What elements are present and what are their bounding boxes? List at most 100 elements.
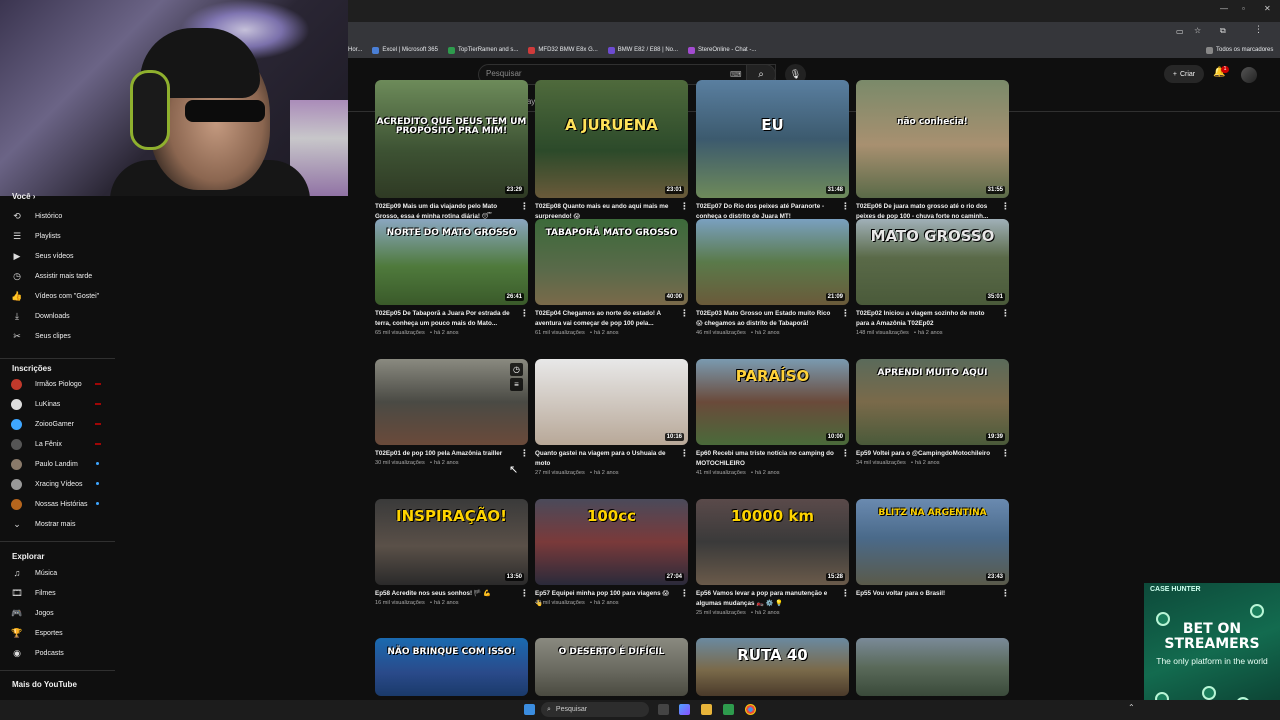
cast-icon[interactable]: ▭ <box>1176 27 1184 36</box>
extensions-icon[interactable]: ⧉ <box>1220 26 1226 36</box>
maximize-icon[interactable]: ▫ <box>1242 4 1245 13</box>
file-explorer-icon[interactable] <box>701 704 712 715</box>
add-to-queue-icon[interactable]: ≡ <box>510 378 523 391</box>
more-actions-icon[interactable]: ⋮ <box>680 308 689 319</box>
video-title[interactable]: Ep56 Vamos levar a pop para manutenção e… <box>696 589 834 609</box>
subscription-item[interactable]: Nossas Histórias <box>0 494 115 514</box>
duration-badge: 21:09 <box>825 293 845 301</box>
video-title[interactable]: T02Ep02 Iniciou a viagem sozinho de moto… <box>856 309 994 329</box>
video-title[interactable]: Quanto gastei na viagem para o Ushuaia d… <box>535 449 673 469</box>
more-actions-icon[interactable]: ⋮ <box>1001 448 1010 459</box>
video-thumbnail[interactable]: A JURUENA 23:01 <box>535 80 688 198</box>
sidebar-item[interactable]: ◷ Assistir mais tarde <box>0 266 115 286</box>
watch-later-icon[interactable]: ◷ <box>510 363 523 376</box>
you-heading[interactable]: Você › <box>12 192 35 201</box>
show-more-button[interactable]: ⌄ Mostrar mais <box>0 514 115 534</box>
more-actions-icon[interactable]: ⋮ <box>680 448 689 459</box>
close-icon[interactable]: ✕ <box>1264 4 1271 13</box>
video-title[interactable]: T02Ep04 Chegamos ao norte do estado! A a… <box>535 309 673 329</box>
sidebar-item[interactable]: ◉ Podcasts <box>0 643 115 663</box>
sidebar-item[interactable]: ☰ Playlists <box>0 226 115 246</box>
video-title[interactable]: Ep58 Acredite nos seus sonhos! 🏴 💪 <box>375 589 513 599</box>
video-thumbnail[interactable]: INSPIRAÇÃO! 13:50 <box>375 499 528 585</box>
more-actions-icon[interactable]: ⋮ <box>1001 201 1010 212</box>
video-title[interactable]: Ep60 Recebi uma triste notícia no campin… <box>696 449 834 469</box>
video-thumbnail[interactable]: MATO GROSSO 35:01 <box>856 219 1009 305</box>
bookmark-item[interactable]: MFD32 BMW E8x G... <box>528 46 598 54</box>
bookmark-fragment[interactable]: Hor... <box>348 47 362 53</box>
more-actions-icon[interactable]: ⋮ <box>680 588 689 599</box>
more-actions-icon[interactable]: ⋮ <box>520 308 529 319</box>
view-count: 27 mil visualizações <box>535 470 585 476</box>
tray-chevron-icon[interactable]: ⌃ <box>1128 703 1135 712</box>
task-view-icon[interactable] <box>658 704 669 715</box>
more-actions-icon[interactable]: ⋮ <box>680 201 689 212</box>
video-thumbnail[interactable]: 10:16 <box>535 359 688 445</box>
more-actions-icon[interactable]: ⋮ <box>841 308 850 319</box>
video-thumbnail[interactable] <box>856 638 1009 696</box>
all-bookmarks[interactable]: Todos os marcadores <box>1206 46 1273 54</box>
video-thumbnail[interactable]: NORTE DO MATO GROSSO 26:41 <box>375 219 528 305</box>
bookmark-item[interactable]: Excel | Microsoft 365 <box>372 46 438 54</box>
video-thumbnail[interactable]: 10000 km 15:28 <box>696 499 849 585</box>
menu-icon[interactable]: ⋮ <box>1254 24 1263 35</box>
keyboard-icon[interactable]: ⌨ <box>730 70 742 79</box>
more-actions-icon[interactable]: ⋮ <box>841 588 850 599</box>
video-thumbnail[interactable]: não conhecia! 31:55 <box>856 80 1009 198</box>
video-thumbnail[interactable]: 21:09 <box>696 219 849 305</box>
video-thumbnail[interactable]: RUTA 40 <box>696 638 849 696</box>
create-button[interactable]: + Criar <box>1164 65 1204 83</box>
chrome-icon[interactable] <box>745 704 756 715</box>
video-thumbnail[interactable]: NÃO BRINQUE COM ISSO! <box>375 638 528 696</box>
store-icon[interactable] <box>723 704 734 715</box>
subscription-item[interactable]: Xracing Vídeos <box>0 474 115 494</box>
subscription-item[interactable]: Paulo Landim <box>0 454 115 474</box>
video-title[interactable]: T02Ep05 De Tabaporã a Juara Por estrada … <box>375 309 513 329</box>
video-title[interactable]: T02Ep03 Mato Grosso um Estado muito Rico… <box>696 309 834 329</box>
subscription-item[interactable]: ZoiooGamer <box>0 414 115 434</box>
video-title[interactable]: T02Ep01 de pop 100 pela Amazônia traille… <box>375 449 513 459</box>
star-icon[interactable]: ☆ <box>1194 26 1201 35</box>
sidebar-item[interactable]: ⟲ Histórico <box>0 206 115 226</box>
video-thumbnail[interactable]: ◷ ≡ <box>375 359 528 445</box>
more-actions-icon[interactable]: ⋮ <box>520 588 529 599</box>
copilot-icon[interactable] <box>679 704 690 715</box>
sidebar-item[interactable]: 🎮 Jogos <box>0 603 115 623</box>
sidebar-item[interactable]: 👍 Vídeos com "Gostei" <box>0 286 115 306</box>
more-actions-icon[interactable]: ⋮ <box>841 448 850 459</box>
sidebar-item[interactable]: 🎞 Filmes <box>0 583 115 603</box>
video-thumbnail[interactable]: EU 31:48 <box>696 80 849 198</box>
video-title[interactable]: Ep55 Vou voltar para o Brasil! <box>856 589 994 599</box>
sidebar-item[interactable]: ⤓ Downloads <box>0 306 115 326</box>
subscription-item[interactable]: LuKinas <box>0 394 115 414</box>
more-actions-icon[interactable]: ⋮ <box>1001 308 1010 319</box>
video-thumbnail[interactable]: TABAPORÃ MATO GROSSO 40:00 <box>535 219 688 305</box>
sidebar-item[interactable]: 🏆 Esportes <box>0 623 115 643</box>
subscription-item[interactable]: Irmãos Piologo <box>0 374 115 394</box>
subscription-item[interactable]: La Fênix <box>0 434 115 454</box>
windows-start-icon[interactable] <box>524 704 535 715</box>
sidebar-item[interactable]: ♫ Música <box>0 563 115 583</box>
sidebar-item[interactable]: ▶ Seus vídeos <box>0 246 115 266</box>
more-actions-icon[interactable]: ⋮ <box>520 201 529 212</box>
more-actions-icon[interactable]: ⋮ <box>520 448 529 459</box>
minimize-icon[interactable]: — <box>1220 4 1228 13</box>
more-actions-icon[interactable]: ⋮ <box>1001 588 1010 599</box>
video-thumbnail[interactable]: BLITZ NA ARGENTINA 23:43 <box>856 499 1009 585</box>
avatar[interactable] <box>1241 67 1257 83</box>
video-thumbnail[interactable]: PARAÍSO 10:00 <box>696 359 849 445</box>
bookmark-item[interactable]: BMW E82 / E88 | No... <box>607 46 678 54</box>
bookmark-item[interactable]: StereOnline - Chat -... <box>688 46 756 54</box>
video-thumbnail[interactable]: ACREDITO QUE DEUS TEM UM PROPÓSITO PRA M… <box>375 80 528 198</box>
sidebar-item-label: Playlists <box>35 232 61 240</box>
bookmark-item[interactable]: TopTierRamen and s... <box>447 46 518 54</box>
video-title[interactable]: Ep59 Voltei para o @CampingdoMotochileir… <box>856 449 994 459</box>
video-thumbnail[interactable]: O DESERTO É DIFÍCIL <box>535 638 688 696</box>
meta-separator: • <box>590 600 592 606</box>
address-bar[interactable]: ▭ ☆ ⧉ ⋮ <box>348 22 1280 42</box>
sidebar-item[interactable]: ✂ Seus clipes <box>0 326 115 346</box>
taskbar-search[interactable]: ⌕ Pesquisar <box>541 702 649 717</box>
video-thumbnail[interactable]: APRENDI MUITO AQUI 19:39 <box>856 359 1009 445</box>
more-actions-icon[interactable]: ⋮ <box>841 201 850 212</box>
video-thumbnail[interactable]: 100cc 27:04 <box>535 499 688 585</box>
